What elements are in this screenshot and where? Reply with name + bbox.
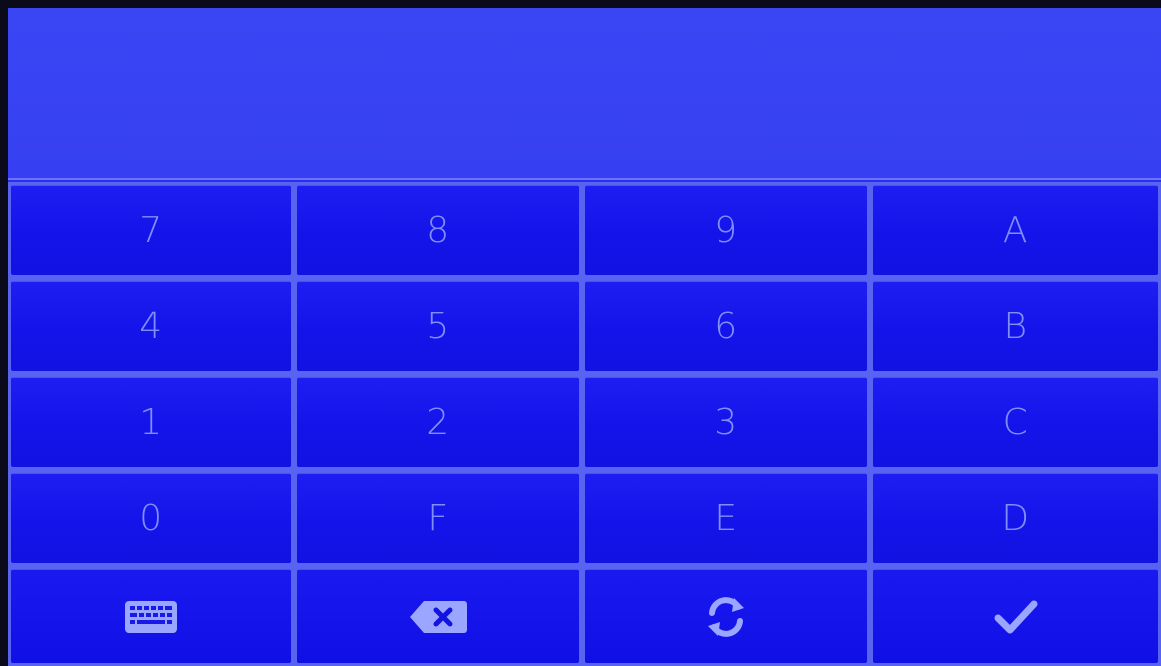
key-d[interactable]: D — [873, 473, 1158, 563]
key-label: F — [427, 498, 449, 539]
key-3[interactable]: 3 — [585, 377, 867, 467]
key-label: 9 — [714, 210, 738, 251]
key-7[interactable]: 7 — [11, 185, 291, 275]
keyboard-icon — [124, 600, 178, 634]
key-6[interactable]: 6 — [585, 281, 867, 371]
check-icon — [994, 599, 1038, 635]
key-5[interactable]: 5 — [297, 281, 579, 371]
key-label: 8 — [426, 210, 450, 251]
key-label: 2 — [426, 402, 450, 443]
key-e[interactable]: E — [585, 473, 867, 563]
key-f[interactable]: F — [297, 473, 579, 563]
input-display — [8, 8, 1161, 180]
hex-keypad-screen: 7 8 9 A 4 5 6 B 1 2 3 C 0 F E D — [8, 8, 1161, 666]
key-4[interactable]: 4 — [11, 281, 291, 371]
key-label: C — [1002, 402, 1029, 443]
key-label: 7 — [139, 210, 163, 251]
key-b[interactable]: B — [873, 281, 1158, 371]
refresh-icon — [704, 595, 748, 639]
key-a[interactable]: A — [873, 185, 1158, 275]
keyboard-toggle-button[interactable] — [11, 569, 291, 663]
refresh-button[interactable] — [585, 569, 867, 663]
backspace-button[interactable] — [297, 569, 579, 663]
key-label: 3 — [714, 402, 738, 443]
key-8[interactable]: 8 — [297, 185, 579, 275]
keypad-grid: 7 8 9 A 4 5 6 B 1 2 3 C 0 F E D — [8, 182, 1161, 666]
key-label: 6 — [714, 306, 738, 347]
key-label: D — [1001, 498, 1030, 539]
key-1[interactable]: 1 — [11, 377, 291, 467]
key-label: 5 — [426, 306, 450, 347]
confirm-button[interactable] — [873, 569, 1158, 663]
key-0[interactable]: 0 — [11, 473, 291, 563]
key-label: 0 — [139, 498, 163, 539]
key-9[interactable]: 9 — [585, 185, 867, 275]
key-label: E — [714, 498, 738, 539]
key-label: B — [1003, 306, 1028, 347]
key-label: A — [1002, 210, 1029, 251]
backspace-icon — [408, 599, 468, 635]
key-label: 1 — [139, 402, 163, 443]
key-2[interactable]: 2 — [297, 377, 579, 467]
key-c[interactable]: C — [873, 377, 1158, 467]
key-label: 4 — [139, 306, 163, 347]
